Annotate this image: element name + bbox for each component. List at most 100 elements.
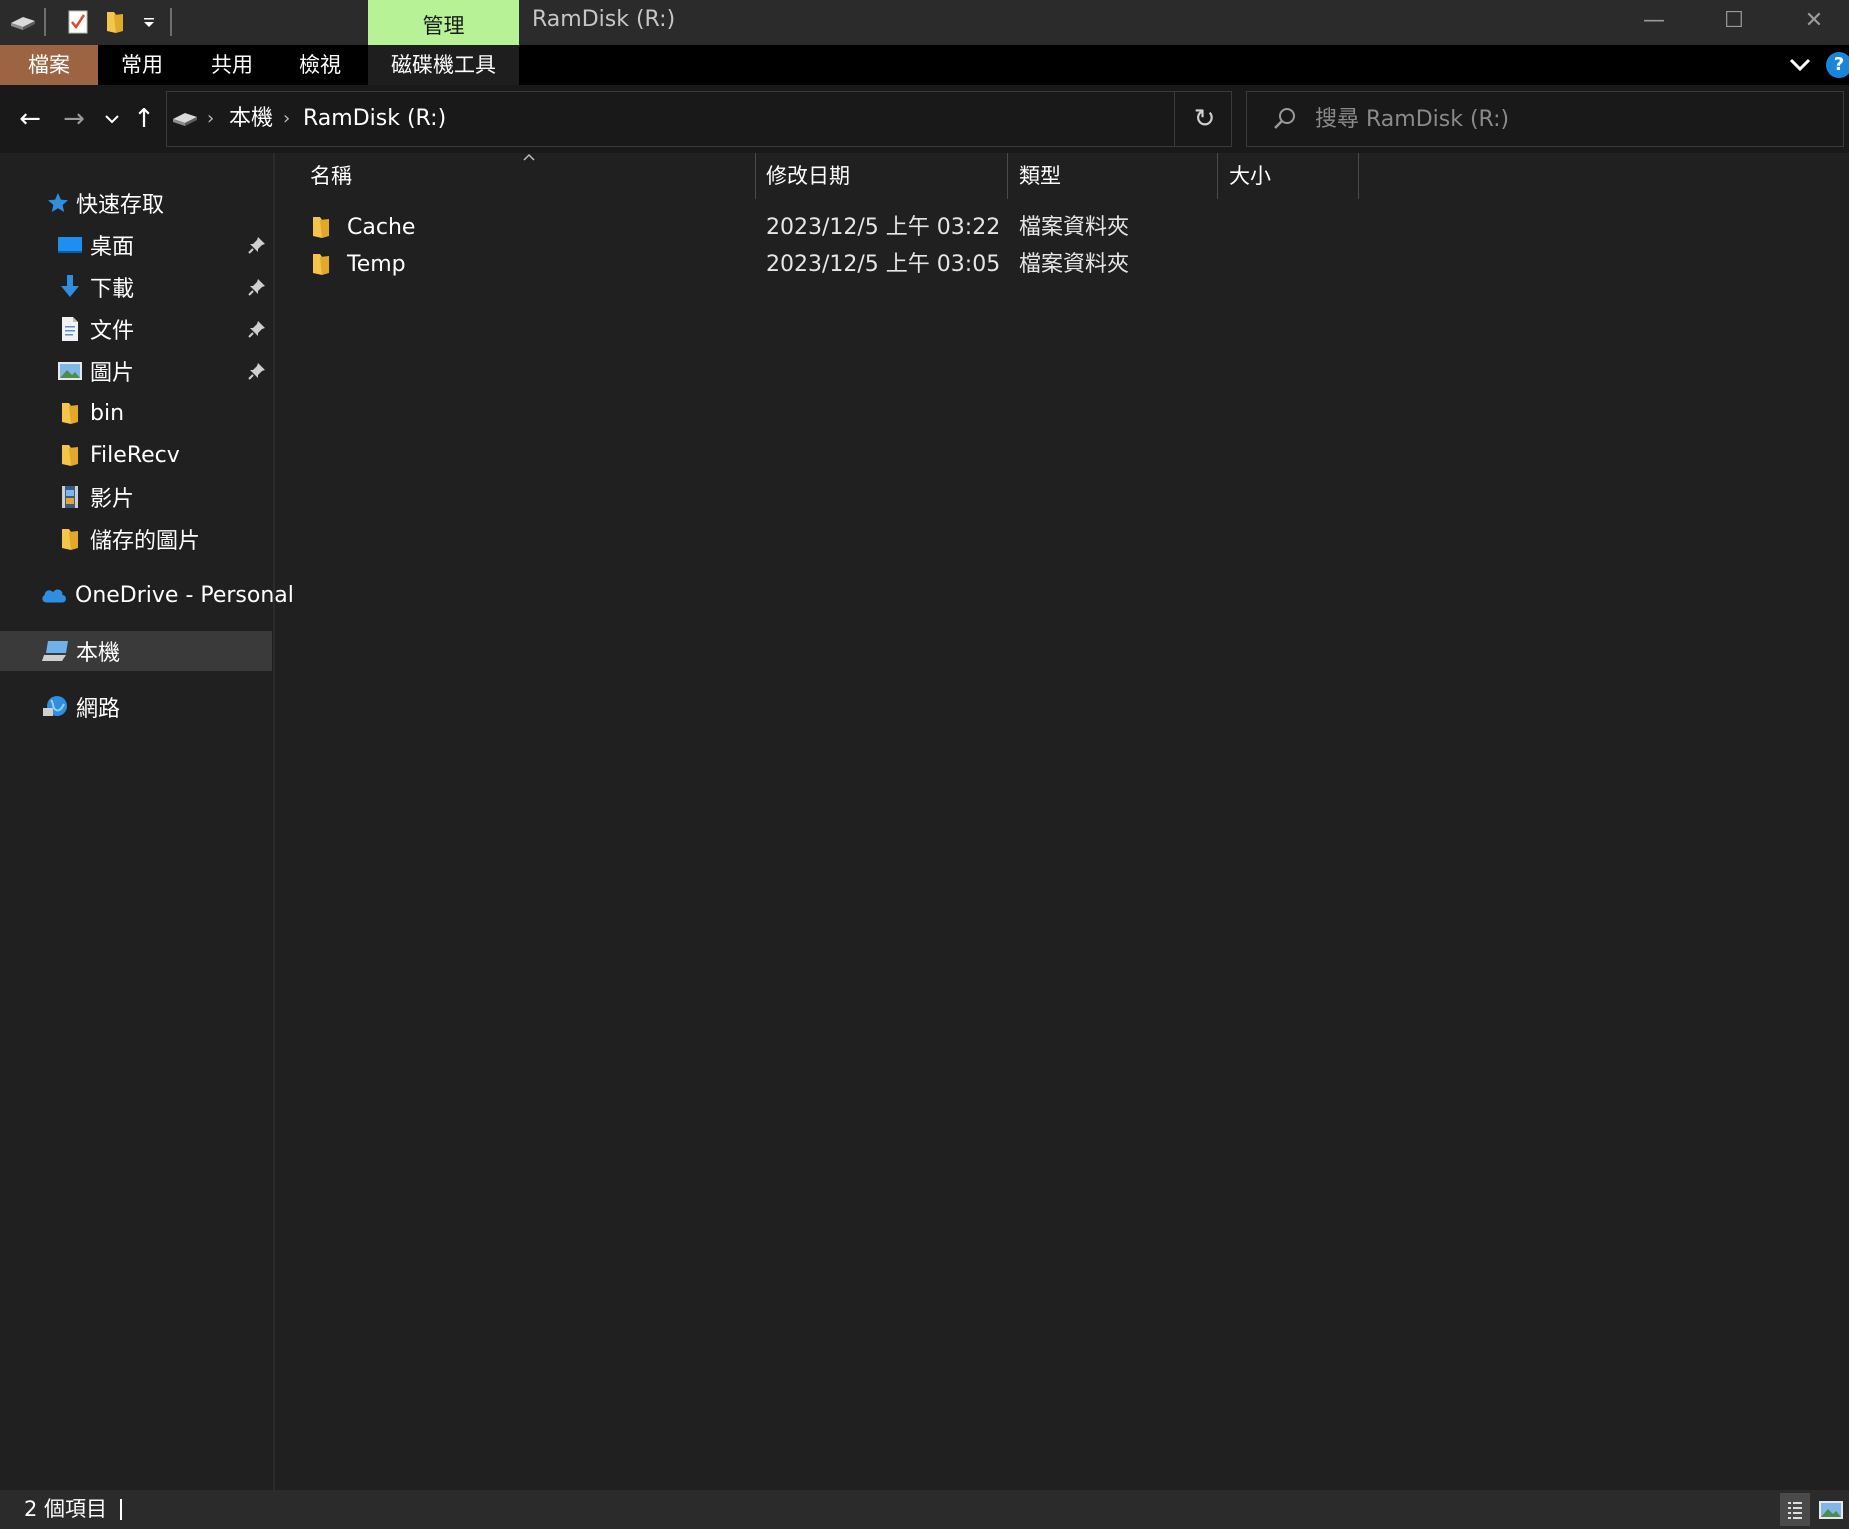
pictures-icon — [56, 357, 84, 385]
window-title: RamDisk (R:) — [532, 7, 676, 32]
title-bar: 管理 RamDisk (R:) — ☐ ✕ — [0, 0, 1849, 45]
sidebar-item-label: 下載 — [90, 277, 135, 302]
sidebar-item-label: 圖片 — [90, 361, 135, 386]
pin-icon[interactable] — [246, 360, 268, 382]
column-divider[interactable] — [1007, 153, 1008, 199]
quick-access-separator — [44, 8, 46, 36]
quick-access-separator — [170, 8, 172, 36]
status-divider — [120, 1499, 122, 1520]
item-count: 2 個項目 — [24, 1497, 108, 1521]
sidebar-item-label: 儲存的圖片 — [90, 529, 201, 554]
file-date: 2023/12/5 上午 03:22 — [766, 215, 1001, 240]
recent-locations-icon[interactable] — [96, 103, 128, 135]
sidebar-item-quick-access[interactable]: 快速存取 — [0, 183, 272, 223]
folder-icon — [56, 525, 84, 553]
sidebar-item-label: OneDrive - Personal — [75, 582, 294, 608]
document-icon — [56, 315, 84, 343]
navigation-bar: ← → ↑ › 本機 › RamDisk (R:) ↻ — [0, 85, 1849, 153]
column-divider[interactable] — [755, 153, 756, 199]
download-icon — [56, 273, 84, 301]
navigation-pane[interactable]: 快速存取 桌面 下載 文件 圖片 bin FileRecv 影片 儲存的圖片 O… — [0, 153, 294, 1490]
sidebar-item-pictures[interactable]: 圖片 — [0, 351, 272, 391]
sidebar-item-downloads[interactable]: 下載 — [0, 267, 272, 307]
sidebar-item-network[interactable]: 網路 — [0, 687, 272, 727]
file-name: Cache — [347, 215, 416, 240]
refresh-button[interactable]: ↻ — [1174, 92, 1234, 146]
sidebar-item-label: FileRecv — [90, 442, 180, 468]
sidebar-item-label: 影片 — [90, 487, 135, 512]
column-header-date[interactable]: 修改日期 — [766, 153, 1006, 199]
file-name: Temp — [347, 252, 406, 277]
sidebar-item-this-pc[interactable]: 本機 — [0, 631, 272, 671]
help-icon[interactable]: ? — [1826, 52, 1849, 78]
sidebar-item-label: 桌面 — [90, 235, 135, 260]
customize-quick-access-icon[interactable] — [134, 6, 164, 38]
column-divider[interactable] — [1358, 153, 1359, 199]
tab-view[interactable]: 檢視 — [280, 45, 360, 85]
column-header-type[interactable]: 類型 — [1019, 153, 1209, 199]
tab-file[interactable]: 檔案 — [0, 45, 98, 85]
search-input[interactable] — [1315, 92, 1835, 146]
sidebar-item-label: 網路 — [76, 697, 121, 722]
sidebar-item-onedrive[interactable]: OneDrive - Personal — [0, 575, 294, 615]
minimize-button[interactable]: — — [1614, 0, 1694, 40]
folder-icon — [310, 251, 334, 279]
back-button[interactable]: ← — [14, 103, 46, 135]
manage-context-tab[interactable]: 管理 — [368, 0, 519, 45]
breadcrumb-this-pc[interactable]: 本機 — [229, 92, 273, 146]
breadcrumb-separator[interactable]: › — [283, 92, 290, 146]
file-row[interactable]: Temp 2023/12/5 上午 03:05 檔案資料夾 — [277, 247, 1277, 283]
sidebar-item-videos[interactable]: 影片 — [0, 477, 272, 517]
desktop-icon — [56, 231, 84, 259]
drive-icon — [171, 108, 201, 132]
tab-home[interactable]: 常用 — [102, 45, 182, 85]
pin-icon[interactable] — [246, 318, 268, 340]
file-date: 2023/12/5 上午 03:05 — [766, 252, 1001, 277]
folder-icon — [56, 441, 84, 469]
maximize-button[interactable]: ☐ — [1694, 0, 1774, 40]
file-type: 檔案資料夾 — [1019, 252, 1130, 277]
computer-icon — [42, 637, 70, 665]
tab-drive-tools[interactable]: 磁碟機工具 — [368, 45, 519, 85]
sidebar-item-label: 文件 — [90, 319, 135, 344]
sidebar-item-documents[interactable]: 文件 — [0, 309, 272, 349]
sidebar-item-desktop[interactable]: 桌面 — [0, 225, 272, 265]
details-view-button[interactable] — [1780, 1493, 1810, 1526]
sidebar-item-label: 快速存取 — [76, 193, 165, 218]
drive-icon[interactable] — [8, 6, 38, 38]
properties-icon[interactable] — [63, 6, 93, 38]
sidebar-item-label: 本機 — [76, 641, 121, 666]
up-button[interactable]: ↑ — [128, 103, 160, 135]
folder-icon — [310, 214, 334, 242]
videos-icon — [56, 483, 84, 511]
tab-share[interactable]: 共用 — [192, 45, 272, 85]
breadcrumb-ramdisk[interactable]: RamDisk (R:) — [303, 92, 446, 146]
pin-icon[interactable] — [246, 276, 268, 298]
file-row[interactable]: Cache 2023/12/5 上午 03:22 檔案資料夾 — [277, 210, 1277, 246]
close-button[interactable]: ✕ — [1774, 0, 1849, 40]
sidebar-item-saved-pictures[interactable]: 儲存的圖片 — [0, 519, 272, 559]
sidebar-item-label: bin — [90, 400, 125, 426]
sidebar-item-bin[interactable]: bin — [0, 393, 272, 433]
breadcrumb-separator[interactable]: › — [207, 92, 214, 146]
status-bar: 2 個項目 — [0, 1490, 1849, 1529]
column-divider[interactable] — [1217, 153, 1218, 199]
sidebar-item-filerecv[interactable]: FileRecv — [0, 435, 272, 475]
file-type: 檔案資料夾 — [1019, 215, 1130, 240]
new-folder-icon[interactable] — [100, 6, 130, 38]
expand-ribbon-icon[interactable] — [1784, 49, 1816, 81]
search-icon — [1271, 105, 1299, 133]
ribbon-tabs: 檔案 常用 共用 檢視 磁碟機工具 ? — [0, 45, 1849, 85]
forward-button[interactable]: → — [58, 103, 90, 135]
column-headers: 名稱 修改日期 類型 大小 — [277, 153, 1849, 199]
star-icon — [44, 189, 72, 217]
search-box[interactable] — [1246, 91, 1844, 147]
cloud-icon — [40, 581, 68, 609]
large-icons-view-button[interactable] — [1816, 1493, 1846, 1526]
network-icon — [42, 693, 70, 721]
folder-icon — [56, 399, 84, 427]
column-header-size[interactable]: 大小 — [1229, 153, 1349, 199]
address-bar[interactable]: › 本機 › RamDisk (R:) — [166, 91, 1320, 147]
pin-icon[interactable] — [246, 234, 268, 256]
column-header-name[interactable]: 名稱 — [310, 153, 730, 199]
